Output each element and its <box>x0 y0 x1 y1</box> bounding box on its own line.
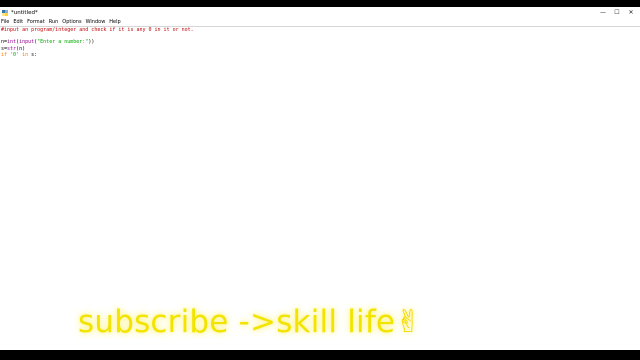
menu-edit[interactable]: Edit <box>13 19 26 26</box>
menu-file[interactable]: File <box>1 19 12 26</box>
menu-options[interactable]: Options <box>62 19 84 26</box>
close-icon[interactable]: ✕ <box>624 8 638 18</box>
code-builtin: int <box>7 39 17 46</box>
minimize-icon[interactable]: — <box>596 8 610 18</box>
code-token: s: <box>28 51 38 58</box>
bottom-letterbox <box>0 350 640 360</box>
window-title: *untitled* <box>11 10 38 16</box>
python-idle-icon <box>2 10 8 16</box>
code-builtin: input <box>19 39 35 46</box>
code-string: '0' <box>10 51 20 58</box>
menu-format[interactable]: Format <box>27 19 48 26</box>
menu-bar: File Edit Format Run Options Window Help <box>0 19 640 26</box>
code-editor[interactable]: #input an program/integer and check if i… <box>0 27 640 350</box>
subscribe-caption: subscribe ->skill life✌ <box>78 304 421 340</box>
caption-text: subscribe ->skill life <box>78 304 396 340</box>
code-comment: #input an program/integer and check if i… <box>1 27 194 33</box>
code-line-5: if '0' in s: <box>0 52 640 58</box>
code-token: (n) <box>16 45 26 52</box>
victory-hand-icon: ✌ <box>395 304 422 340</box>
menu-help[interactable]: Help <box>109 19 123 26</box>
code-token: )) <box>88 39 95 46</box>
code-string: "Enter a number:" <box>37 39 89 46</box>
menu-window[interactable]: Window <box>86 19 109 26</box>
window-controls: — ☐ ✕ <box>596 7 638 19</box>
code-builtin: str <box>7 45 17 52</box>
idle-editor-window: *untitled* — ☐ ✕ File Edit Format Run Op… <box>0 7 640 350</box>
menu-run[interactable]: Run <box>49 19 62 26</box>
maximize-icon[interactable]: ☐ <box>610 8 624 18</box>
title-bar: *untitled* — ☐ ✕ <box>0 7 640 19</box>
